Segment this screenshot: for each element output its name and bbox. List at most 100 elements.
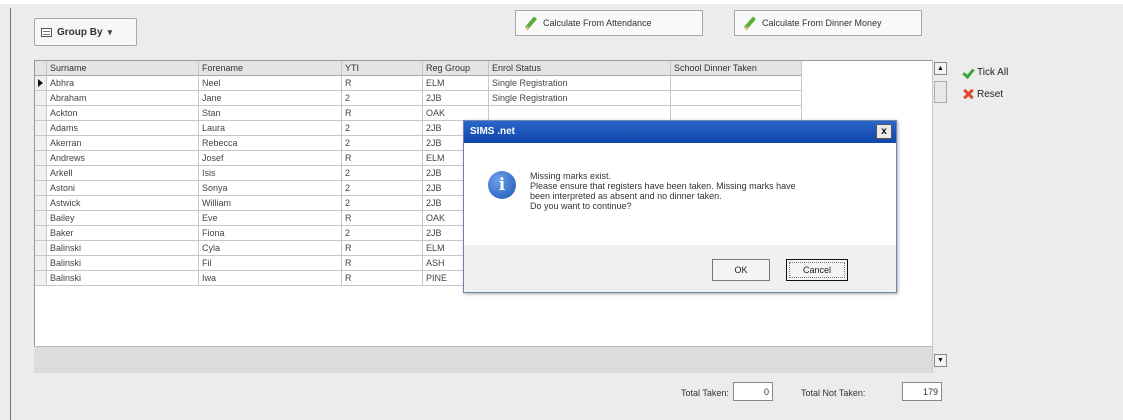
table-row[interactable]: Ackton Stan R OAK [35,106,802,121]
total-not-taken-field: 179 [902,382,942,401]
cell-surname: Astoni [47,181,199,196]
cell-surname: Balinski [47,256,199,271]
cell-surname: Adams [47,121,199,136]
missing-marks-dialog: SIMS .net x i Missing marks exist. Pleas… [463,120,897,293]
cell-yti: R [342,76,423,91]
total-taken-field: 0 [733,382,773,401]
cell-enrol-status: Single Registration [489,76,671,91]
grid-empty-area [34,346,934,373]
cell-yti: 2 [342,136,423,151]
close-icon[interactable]: x [876,124,892,139]
info-icon: i [488,171,516,199]
cell-surname: Andrews [47,151,199,166]
grid-vertical-scrollbar[interactable]: ▲ ▼ [932,60,948,372]
column-header-reg-group[interactable]: Reg Group [423,61,489,76]
row-selector[interactable] [35,106,47,121]
cell-school-dinner-taken[interactable] [671,91,802,106]
tick-all-button[interactable]: Tick All [962,66,1008,78]
cell-surname: Abraham [47,91,199,106]
scroll-thumb[interactable] [934,81,947,103]
row-selector[interactable] [35,226,47,241]
row-selector[interactable] [35,76,47,91]
row-selector[interactable] [35,181,47,196]
cell-surname: Akerran [47,136,199,151]
reset-button[interactable]: Reset [962,88,1003,100]
cell-surname: Arkell [47,166,199,181]
cell-forename: Sonya [199,181,342,196]
calculate-from-dinner-money-button[interactable]: Calculate From Dinner Money [734,10,922,36]
calculate-from-attendance-button[interactable]: Calculate From Attendance [515,10,703,36]
pencil-icon [524,17,537,30]
left-divider [10,8,11,420]
row-selector[interactable] [35,166,47,181]
cell-forename: Cyla [199,241,342,256]
dialog-title-bar[interactable]: SIMS .net x [464,121,896,143]
grid-header-row: Surname Forename YTI Reg Group Enrol Sta… [35,61,802,76]
cell-enrol-status [489,106,671,121]
cancel-button[interactable]: Cancel [786,259,848,281]
group-by-icon [41,27,52,37]
row-selector[interactable] [35,121,47,136]
cell-school-dinner-taken[interactable] [671,106,802,121]
cell-forename: Laura [199,121,342,136]
row-selector[interactable] [35,271,47,286]
cell-surname: Ackton [47,106,199,121]
dialog-message-line: been interpreted as absent and no dinner… [530,191,722,201]
cell-yti: 2 [342,166,423,181]
column-header-enrol-status[interactable]: Enrol Status [489,61,671,76]
table-row[interactable]: Abraham Jane 2 2JB Single Registration [35,91,802,106]
total-not-taken-label: Total Not Taken: [801,388,866,398]
row-selector[interactable] [35,256,47,271]
cell-forename: Eve [199,211,342,226]
cell-reg-group: OAK [423,106,489,121]
cell-forename: Stan [199,106,342,121]
cell-yti: R [342,256,423,271]
cell-forename: Fiona [199,226,342,241]
row-selector[interactable] [35,241,47,256]
column-header-yti[interactable]: YTI [342,61,423,76]
column-header-forename[interactable]: Forename [199,61,342,76]
table-row[interactable]: Abhra Neel R ELM Single Registration [35,76,802,91]
row-selector-header [35,61,47,76]
dialog-message: Missing marks exist. Please ensure that … [530,171,880,211]
cell-school-dinner-taken[interactable] [671,76,802,91]
cell-yti: 2 [342,121,423,136]
cell-surname: Balinski [47,271,199,286]
scroll-up-icon[interactable]: ▲ [934,62,947,75]
row-selector[interactable] [35,196,47,211]
row-selector[interactable] [35,136,47,151]
total-taken-label: Total Taken: [681,388,729,398]
reset-label: Reset [977,88,1004,100]
ok-button[interactable]: OK [712,259,770,281]
row-selector[interactable] [35,211,47,226]
group-by-button[interactable]: Group By ▾ [34,18,137,46]
cell-surname: Balinski [47,241,199,256]
pencil-icon [743,17,756,30]
cell-yti: 2 [342,196,423,211]
cell-surname: Abhra [47,76,199,91]
cell-yti: 2 [342,181,423,196]
cell-yti: 2 [342,91,423,106]
dialog-message-line: Do you want to continue? [530,201,632,211]
cell-forename: William [199,196,342,211]
calculate-from-attendance-label: Calculate From Attendance [543,18,652,28]
column-header-school-dinner-taken[interactable]: School Dinner Taken [671,61,802,76]
cell-forename: Isis [199,166,342,181]
cell-reg-group: 2JB [423,91,489,106]
cell-yti: R [342,106,423,121]
cell-forename: Josef [199,151,342,166]
dialog-message-line: Missing marks exist. [530,171,612,181]
row-selector[interactable] [35,91,47,106]
scroll-down-icon[interactable]: ▼ [934,354,947,367]
dialog-message-line: Please ensure that registers have been t… [530,181,796,191]
cell-forename: Jane [199,91,342,106]
column-header-surname[interactable]: Surname [47,61,199,76]
tick-all-label: Tick All [977,66,1009,78]
cross-icon [962,88,974,100]
check-icon [962,66,974,78]
row-selector[interactable] [35,151,47,166]
cell-forename: Neel [199,76,342,91]
cell-yti: R [342,271,423,286]
cell-surname: Astwick [47,196,199,211]
cell-surname: Baker [47,226,199,241]
